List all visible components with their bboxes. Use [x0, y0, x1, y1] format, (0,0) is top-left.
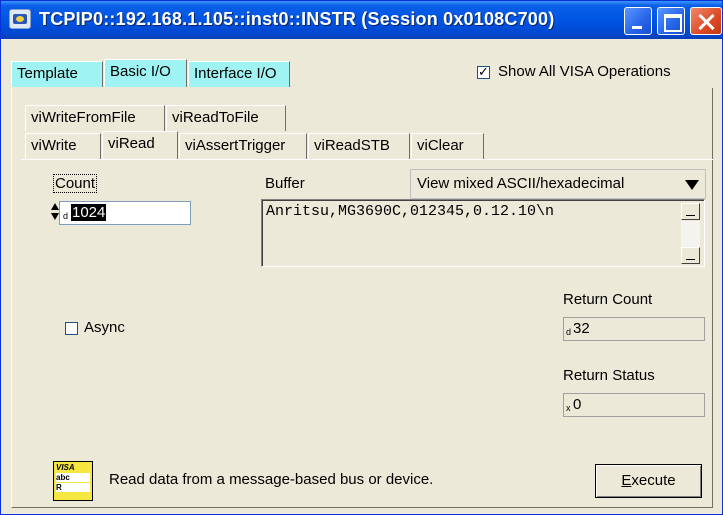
- return-status-field: x 0: [563, 393, 705, 417]
- tab-viasserttrigger[interactable]: viAssertTrigger: [179, 133, 307, 159]
- count-field[interactable]: d 1024: [59, 201, 191, 225]
- tab-viwritefromfile[interactable]: viWriteFromFile: [25, 105, 165, 131]
- return-status-radix: x: [566, 403, 571, 413]
- tab-viwrite[interactable]: viWrite: [25, 133, 101, 159]
- tab-viread[interactable]: viRead: [102, 131, 178, 160]
- tab-viclear[interactable]: viClear: [411, 133, 484, 159]
- return-count-value: 32: [573, 320, 590, 337]
- count-label: Count: [53, 174, 98, 193]
- return-status-label: Return Status: [563, 367, 655, 384]
- minimize-button[interactable]: [624, 7, 652, 35]
- count-radix[interactable]: d: [63, 211, 68, 221]
- buffer-scrollbar-track[interactable]: [681, 221, 700, 247]
- operation-description: Read data from a message-based bus or de…: [109, 471, 434, 488]
- return-count-radix: d: [566, 327, 572, 337]
- show-all-visa-label: Show All VISA Operations: [498, 63, 671, 80]
- execute-label-mnemonic: E: [621, 472, 632, 489]
- title-bar[interactable]: TCPIP0::192.168.1.105::inst0::INSTR (Ses…: [1, 1, 722, 39]
- async-label: Async: [84, 319, 125, 336]
- buffer-view-mode-select[interactable]: View mixed ASCII/hexadecimal: [410, 169, 706, 199]
- tab-basic-io[interactable]: Basic I/O: [104, 59, 187, 87]
- execute-label-rest: xecute: [631, 472, 676, 489]
- execute-button[interactable]: Execute: [595, 464, 702, 498]
- scroll-up-button[interactable]: [681, 203, 700, 220]
- visa-read-icon: VISA abc R: [53, 461, 93, 501]
- show-all-visa-checkbox[interactable]: [477, 64, 490, 80]
- async-checkbox[interactable]: [65, 322, 78, 335]
- visa-icon-line2: abc: [56, 473, 90, 482]
- return-count-label: Return Count: [563, 291, 653, 308]
- ni-app-icon[interactable]: [9, 9, 31, 29]
- count-value: 1024: [71, 204, 107, 221]
- visa-session-window: TCPIP0::192.168.1.105::inst0::INSTR (Ses…: [0, 0, 723, 515]
- buffer-view-mode-value: View mixed ASCII/hexadecimal: [417, 175, 625, 192]
- dropdown-arrow-icon: [685, 180, 699, 190]
- buffer-label: Buffer: [265, 175, 305, 192]
- maximize-button[interactable]: [657, 7, 685, 35]
- return-count-field: d 32: [563, 317, 705, 341]
- visa-icon-line1: VISA: [56, 463, 75, 472]
- buffer-content: Anritsu,MG3690C,012345,0.12.10\n: [266, 203, 555, 220]
- visa-icon-line3: R: [56, 483, 90, 492]
- tab-interface-io[interactable]: Interface I/O: [188, 61, 290, 87]
- tab-template[interactable]: Template: [11, 61, 103, 87]
- tab-vireadstb[interactable]: viReadSTB: [308, 133, 410, 159]
- buffer-textbox[interactable]: Anritsu,MG3690C,012345,0.12.10\n: [261, 199, 705, 267]
- close-button[interactable]: [690, 7, 722, 35]
- return-status-value: 0: [573, 396, 582, 413]
- scroll-down-button[interactable]: [681, 247, 700, 264]
- count-spinner[interactable]: [51, 201, 59, 223]
- tab-vireadtofile[interactable]: viReadToFile: [166, 105, 286, 131]
- window-title: TCPIP0::192.168.1.105::inst0::INSTR (Ses…: [39, 9, 555, 29]
